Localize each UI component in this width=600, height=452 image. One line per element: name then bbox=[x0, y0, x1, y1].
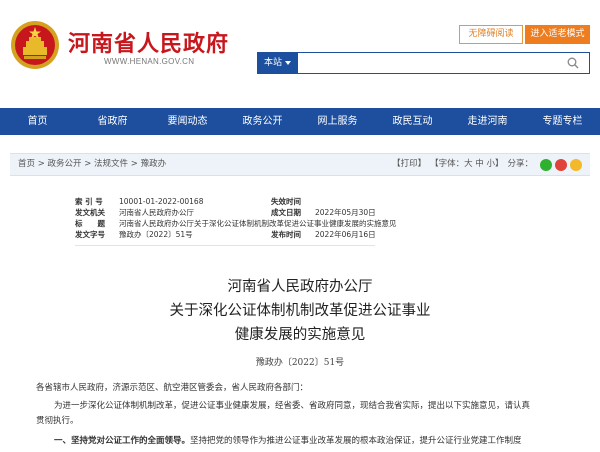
document-meta-table: 索 引 号 10001-01-2022-00168 失效时间 发文机关 河南省人… bbox=[75, 196, 397, 240]
nav-special-topics[interactable]: 专题专栏 bbox=[525, 108, 600, 135]
intro-paragraph-cont: 贯彻执行。 bbox=[36, 416, 79, 426]
meta-label: 发布时间 bbox=[271, 230, 301, 239]
meta-value: 10001-01-2022-00168 bbox=[119, 197, 204, 206]
print-button[interactable]: 【打印】 bbox=[392, 154, 426, 175]
nav-online-services[interactable]: 网上服务 bbox=[300, 108, 375, 135]
article-title-line1: 河南省人民政府办公厅 bbox=[227, 279, 373, 295]
search-scope-select[interactable]: 本站 bbox=[258, 53, 298, 73]
meta-value: 河南省人民政府办公厅 bbox=[119, 208, 194, 217]
barrier-free-button[interactable]: 无障碍阅读 bbox=[459, 25, 523, 44]
site-domain: WWW.HENAN.GOV.CN bbox=[104, 57, 195, 66]
meta-label: 发文机关 bbox=[75, 208, 105, 217]
search-icon[interactable] bbox=[567, 57, 579, 69]
meta-label: 标 题 bbox=[75, 219, 105, 228]
meta-label: 发文字号 bbox=[75, 230, 105, 239]
nav-about-henan[interactable]: 走进河南 bbox=[450, 108, 525, 135]
nav-home[interactable]: 首页 bbox=[0, 108, 75, 135]
meta-row: 索 引 号 10001-01-2022-00168 失效时间 bbox=[75, 196, 375, 207]
article-title-line3: 健康发展的实施意见 bbox=[234, 327, 366, 343]
section1-heading: 一、坚持党对公证工作的全面领导。 bbox=[54, 436, 191, 446]
nav-gov-affairs[interactable]: 政务公开 bbox=[225, 108, 300, 135]
meta-value: 2022年05月30日 bbox=[315, 208, 376, 217]
meta-label: 索 引 号 bbox=[75, 197, 103, 206]
chevron-down-icon bbox=[285, 60, 292, 65]
site-title[interactable]: 河南省人民政府 bbox=[68, 26, 229, 58]
font-size-control[interactable]: 【字体：大 中 小】 bbox=[430, 154, 503, 175]
national-emblem-icon bbox=[11, 21, 59, 69]
intro-paragraph: 为进一步深化公证体制机制改革，促进公证事业健康发展，经省委、省政府同意，现结合我… bbox=[54, 401, 531, 411]
search-bar: 本站 bbox=[257, 52, 590, 74]
wechat-icon[interactable] bbox=[540, 158, 552, 171]
divider bbox=[75, 245, 375, 246]
addressees: 各省辖市人民政府，济源示范区、航空港区管委会，省人民政府各部门： bbox=[36, 383, 309, 393]
meta-row: 发文字号 豫政办〔2022〕51号 发布时间 2022年06月16日 bbox=[75, 229, 376, 240]
elder-mode-button[interactable]: 进入适老模式 bbox=[525, 25, 590, 44]
meta-row: 标 题 河南省人民政府办公厅关于深化公证体制机制改革促进公证事业健康发展的实施意… bbox=[75, 218, 397, 229]
page-tools: 【打印】 【字体：大 中 小】 分享： bbox=[392, 154, 582, 175]
meta-value: 豫政办〔2022〕51号 bbox=[119, 230, 193, 239]
meta-value: 2022年06月16日 bbox=[315, 230, 376, 239]
search-scope-label: 本站 bbox=[264, 58, 283, 68]
qzone-icon[interactable] bbox=[570, 158, 582, 171]
share-label: 分享： bbox=[507, 159, 533, 169]
search-input[interactable] bbox=[298, 53, 568, 73]
nav-interaction[interactable]: 政民互动 bbox=[375, 108, 450, 135]
document-number: 豫政办〔2022〕51号 bbox=[255, 358, 345, 368]
main-nav: 首页 省政府 要闻动态 政务公开 网上服务 政民互动 走进河南 专题专栏 bbox=[0, 108, 600, 135]
meta-label: 失效时间 bbox=[271, 197, 301, 206]
nav-news[interactable]: 要闻动态 bbox=[150, 108, 225, 135]
nav-provincial-government[interactable]: 省政府 bbox=[75, 108, 150, 135]
site-header: 河南省人民政府 WWW.HENAN.GOV.CN 无障碍阅读 进入适老模式 本站 bbox=[0, 0, 600, 108]
meta-label: 成文日期 bbox=[271, 208, 301, 217]
article-title-line2: 关于深化公证体制机制改革促进公证事业 bbox=[169, 303, 431, 319]
meta-value: 河南省人民政府办公厅关于深化公证体制机制改革促进公证事业健康发展的实施意见 bbox=[119, 219, 397, 228]
weibo-icon[interactable] bbox=[555, 158, 567, 171]
breadcrumb-bar: 首页 > 政务公开 > 法规文件 > 豫政办 【打印】 【字体：大 中 小】 分… bbox=[10, 153, 590, 176]
section1-text: 坚持把党的领导作为推进公证事业改革发展的根本政治保证，提升公证行业党建工作制度 bbox=[190, 436, 522, 446]
breadcrumb[interactable]: 首页 > 政务公开 > 法规文件 > 豫政办 bbox=[18, 154, 166, 175]
meta-row: 发文机关 河南省人民政府办公厅 成文日期 2022年05月30日 bbox=[75, 207, 376, 218]
section1-paragraph: 一、坚持党对公证工作的全面领导。坚持把党的领导作为推进公证事业改革发展的根本政治… bbox=[54, 434, 584, 449]
